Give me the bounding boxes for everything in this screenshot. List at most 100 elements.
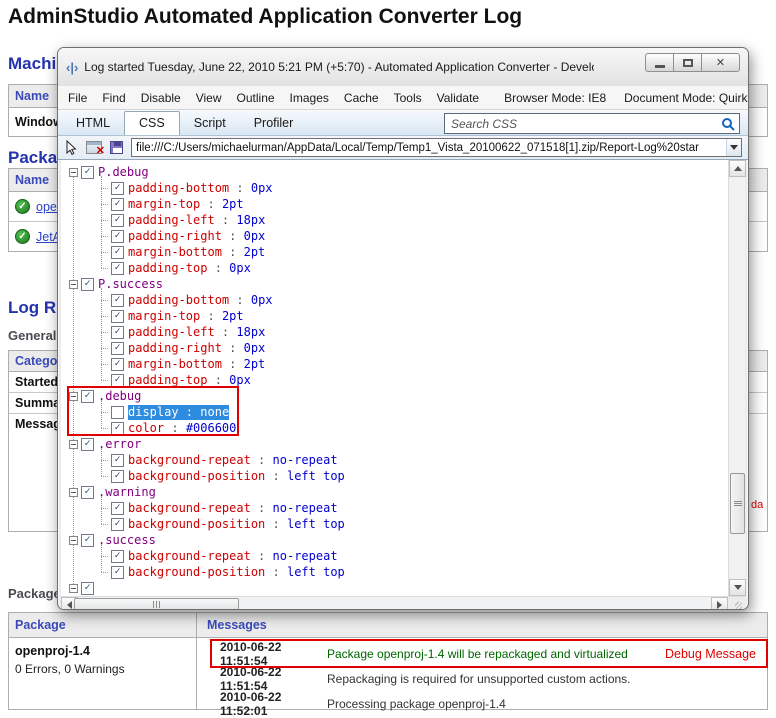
checkbox-checked[interactable]: ✓	[81, 534, 94, 547]
file-address-dropdown[interactable]: file:///C:/Users/michaelurman/AppData/Lo…	[131, 138, 742, 157]
scroll-down-button[interactable]	[729, 579, 746, 596]
css-selector-row-partial[interactable]: ✓	[61, 580, 728, 596]
property-value: left top	[287, 517, 345, 531]
css-property-row[interactable]: ✓padding-left : 18px	[61, 324, 728, 340]
css-selector-row[interactable]: ✓.error	[61, 436, 728, 452]
clear-cache-icon[interactable]	[86, 141, 102, 154]
css-property-row[interactable]: ✓ background-position : left top	[61, 564, 728, 580]
checkbox-checked[interactable]: ✓	[111, 294, 124, 307]
collapse-minus-icon[interactable]	[69, 440, 78, 449]
tab-script[interactable]: Script	[180, 112, 240, 135]
css-property-row[interactable]: display : none	[61, 404, 728, 420]
resize-grip[interactable]	[728, 597, 745, 610]
tab-html[interactable]: HTML	[62, 112, 124, 135]
menu-item-file[interactable]: File	[68, 91, 87, 105]
menu-item-tools[interactable]: Tools	[394, 91, 422, 105]
css-property-row[interactable]: ✓padding-right : 0px	[61, 340, 728, 356]
horizontal-scrollbar[interactable]	[61, 596, 745, 610]
menu-item-find[interactable]: Find	[102, 91, 125, 105]
menu-item-disable[interactable]: Disable	[141, 91, 181, 105]
css-property-row[interactable]: ✓margin-bottom : 2pt	[61, 356, 728, 372]
checkbox-checked[interactable]: ✓	[111, 310, 124, 323]
checkbox-unchecked[interactable]	[111, 406, 124, 419]
css-property-row[interactable]: ✓padding-bottom : 0px	[61, 292, 728, 308]
scroll-right-button[interactable]	[711, 597, 728, 610]
css-selector-row[interactable]: ✓.success	[61, 532, 728, 548]
collapse-minus-icon[interactable]	[69, 168, 78, 177]
checkbox-checked[interactable]: ✓	[111, 326, 124, 339]
checkbox-checked[interactable]: ✓	[111, 454, 124, 467]
close-button[interactable]: ✕	[701, 53, 740, 72]
checkbox-checked[interactable]: ✓	[111, 358, 124, 371]
checkbox-checked[interactable]: ✓	[111, 262, 124, 275]
checkbox-checked[interactable]: ✓	[111, 198, 124, 211]
checkbox-checked[interactable]: ✓	[111, 470, 124, 483]
css-property-row[interactable]: ✓padding-left : 18px	[61, 212, 728, 228]
horizontal-scroll-track[interactable]	[61, 597, 745, 610]
collapse-minus-icon[interactable]	[69, 280, 78, 289]
scroll-up-button[interactable]	[729, 160, 746, 177]
browser-mode-label[interactable]: Browser Mode: IE8	[504, 91, 606, 105]
collapse-minus-icon[interactable]	[69, 488, 78, 497]
menu-item-outline[interactable]: Outline	[237, 91, 275, 105]
css-rule-group: ✓.success✓background-repeat : no-repeat✓…	[61, 532, 728, 580]
minimize-button[interactable]	[645, 53, 674, 72]
css-selector-row[interactable]: ✓P.success	[61, 276, 728, 292]
checkbox-checked[interactable]: ✓	[81, 438, 94, 451]
checkbox-checked[interactable]: ✓	[81, 486, 94, 499]
checkbox-checked[interactable]: ✓	[111, 214, 124, 227]
menu-item-cache[interactable]: Cache	[344, 91, 379, 105]
menu-item-validate[interactable]: Validate	[437, 91, 479, 105]
css-property-row[interactable]: ✓padding-bottom : 0px	[61, 180, 728, 196]
address-dropdown-button[interactable]	[726, 139, 741, 156]
checkbox-checked[interactable]: ✓	[111, 566, 124, 579]
checkbox-checked[interactable]: ✓	[81, 390, 94, 403]
property-text: background-position : left top	[128, 565, 345, 580]
checkbox-checked[interactable]: ✓	[81, 582, 94, 595]
css-property-row[interactable]: ✓background-repeat : no-repeat	[61, 500, 728, 516]
checkbox-checked[interactable]: ✓	[111, 182, 124, 195]
checkbox-checked[interactable]: ✓	[111, 342, 124, 355]
css-property-row[interactable]: ✓margin-bottom : 2pt	[61, 244, 728, 260]
horizontal-scroll-thumb[interactable]	[74, 598, 239, 610]
menu-item-images[interactable]: Images	[290, 91, 329, 105]
checkbox-checked[interactable]: ✓	[111, 230, 124, 243]
vertical-scrollbar[interactable]	[728, 160, 745, 596]
select-element-cursor-icon[interactable]	[64, 140, 78, 156]
tab-profiler[interactable]: Profiler	[240, 112, 308, 135]
checkbox-checked[interactable]: ✓	[111, 246, 124, 259]
maximize-button[interactable]	[673, 53, 702, 72]
window-titlebar[interactable]: ‹|› Log started Tuesday, June 22, 2010 5…	[58, 48, 748, 86]
search-box[interactable]: Search CSS	[444, 113, 740, 134]
menu-item-view[interactable]: View	[196, 91, 222, 105]
checkbox-checked[interactable]: ✓	[111, 550, 124, 563]
checkbox-checked[interactable]: ✓	[81, 278, 94, 291]
triangle-down-icon	[734, 585, 742, 590]
css-property-row[interactable]: ✓background-position : left top	[61, 468, 728, 484]
css-property-row[interactable]: ✓background-position : left top	[61, 516, 728, 532]
document-mode-label[interactable]: Document Mode: Quirks	[624, 91, 749, 105]
css-property-row[interactable]: ✓background-repeat : no-repeat	[61, 548, 728, 564]
css-property-row[interactable]: ✓padding-top : 0px	[61, 372, 728, 388]
css-property-row[interactable]: ✓padding-right : 0px	[61, 228, 728, 244]
collapse-minus-icon[interactable]	[69, 392, 78, 401]
save-icon[interactable]	[110, 141, 123, 154]
css-property-row[interactable]: ✓background-repeat : no-repeat	[61, 452, 728, 468]
css-property-row[interactable]: ✓margin-top : 2pt	[61, 196, 728, 212]
vertical-scroll-thumb[interactable]	[730, 473, 745, 534]
checkbox-checked[interactable]: ✓	[111, 518, 124, 531]
css-property-row[interactable]: ✓padding-top : 0px	[61, 260, 728, 276]
css-property-row[interactable]: ✓margin-top : 2pt	[61, 308, 728, 324]
tab-css[interactable]: CSS	[124, 111, 180, 135]
collapse-minus-icon[interactable]	[69, 584, 78, 593]
checkbox-checked[interactable]: ✓	[111, 422, 124, 435]
css-selector-row[interactable]: ✓P.debug	[61, 164, 728, 180]
collapse-minus-icon[interactable]	[69, 536, 78, 545]
css-property-row[interactable]: ✓color : #006600	[61, 420, 728, 436]
search-icon[interactable]	[721, 117, 735, 131]
css-selector-row[interactable]: ✓.debug	[61, 388, 728, 404]
css-selector-row[interactable]: ✓.warning	[61, 484, 728, 500]
checkbox-checked[interactable]: ✓	[81, 166, 94, 179]
checkbox-checked[interactable]: ✓	[111, 374, 124, 387]
checkbox-checked[interactable]: ✓	[111, 502, 124, 515]
